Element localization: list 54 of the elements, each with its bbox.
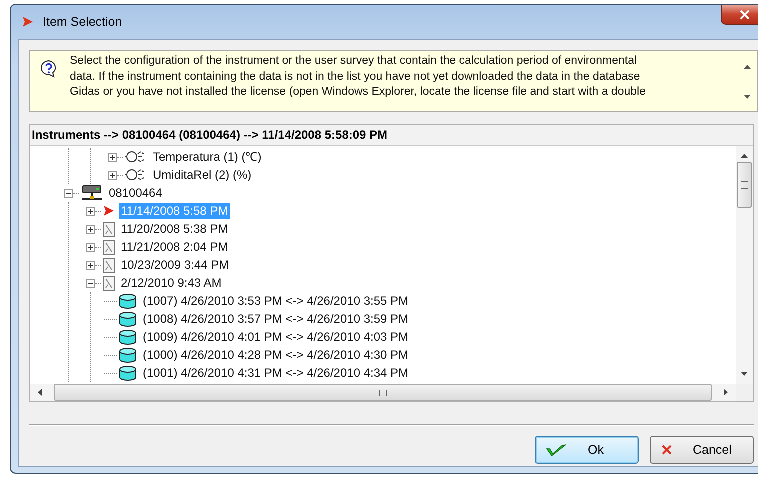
scroll-left-icon[interactable] bbox=[38, 389, 42, 396]
cancel-button[interactable]: Cancel bbox=[650, 436, 754, 464]
tree-item[interactable]: (1008) 4/26/2010 3:57 PM <-> 4/26/2010 3:59 PM bbox=[141, 311, 411, 327]
scrollbar-corner bbox=[736, 384, 753, 401]
collapse-icon[interactable] bbox=[64, 188, 73, 198]
database-icon bbox=[119, 366, 137, 380]
tree-item[interactable]: 10/23/2009 3:44 PM bbox=[119, 257, 232, 273]
checkmark-icon bbox=[546, 442, 568, 458]
sensor-icon bbox=[125, 150, 147, 164]
expand-icon[interactable] bbox=[108, 152, 117, 162]
tree-item[interactable]: (1000) 4/26/2010 4:28 PM <-> 4/26/2010 4:30 PM bbox=[141, 347, 411, 363]
tree-item[interactable]: 11/20/2008 5:38 PM bbox=[119, 221, 230, 237]
scroll-down-icon[interactable] bbox=[744, 95, 750, 99]
horizontal-scrollbar[interactable] bbox=[30, 384, 736, 401]
document-icon bbox=[103, 276, 115, 290]
expand-icon[interactable] bbox=[86, 242, 95, 252]
window-title: Item Selection bbox=[43, 15, 122, 29]
expand-icon[interactable] bbox=[108, 170, 117, 180]
message-text: data. If the instrument containing the data is not in the list you have not yet downloaded the data in the database bbox=[70, 70, 642, 84]
path-header: Instruments --> 08100464 (08100464) --> 11/14/2008 5:58:09 PM bbox=[30, 125, 753, 146]
expand-icon[interactable] bbox=[86, 224, 95, 234]
scroll-up-icon[interactable] bbox=[741, 154, 748, 158]
computer-icon bbox=[81, 185, 103, 201]
expand-icon[interactable] bbox=[86, 206, 95, 216]
tree-item[interactable]: 2/12/2010 9:43 AM bbox=[119, 275, 224, 291]
document-icon bbox=[103, 222, 115, 236]
tree-item[interactable]: Temperatura (1) (℃) bbox=[151, 149, 264, 165]
tree-item[interactable]: 11/21/2008 2:04 PM bbox=[119, 239, 230, 255]
app-icon bbox=[22, 16, 34, 28]
message-text: Gidas or you have not installed the license (open Windows Explorer, locate the license file and start with a double bbox=[70, 85, 647, 100]
tree-item[interactable]: (1009) 4/26/2010 4:01 PM <-> 4/26/2010 4:03 PM bbox=[141, 329, 411, 345]
expand-icon[interactable] bbox=[86, 260, 95, 270]
database-icon bbox=[119, 330, 137, 344]
tree-item[interactable]: 08100464 bbox=[107, 185, 164, 201]
document-icon bbox=[103, 240, 115, 254]
tree-item[interactable]: (1001) 4/26/2010 4:31 PM <-> 4/26/2010 4:34 PM bbox=[141, 365, 411, 381]
database-icon bbox=[119, 348, 137, 362]
scroll-down-icon[interactable] bbox=[741, 372, 748, 376]
tree-item[interactable]: UmiditaRel (2) (%) bbox=[151, 167, 254, 183]
database-icon bbox=[119, 294, 137, 308]
close-button[interactable]: × bbox=[721, 5, 758, 25]
help-icon bbox=[40, 60, 58, 78]
document-icon bbox=[103, 258, 115, 272]
message-text: Select the configuration of the instrument or the user survey that contain the calculation period of environmental bbox=[70, 54, 638, 69]
scroll-right-icon[interactable] bbox=[724, 389, 728, 396]
vertical-scrollbar[interactable] bbox=[736, 146, 753, 384]
database-icon bbox=[119, 312, 137, 326]
tree-item[interactable]: (1007) 4/26/2010 3:53 PM <-> 4/26/2010 3:55 PM bbox=[141, 293, 411, 309]
scroll-up-icon[interactable] bbox=[744, 65, 750, 69]
cross-icon bbox=[661, 444, 673, 456]
collapse-icon[interactable] bbox=[86, 278, 95, 288]
sensor-icon bbox=[125, 168, 147, 182]
play-icon bbox=[103, 205, 115, 217]
ok-button[interactable]: Ok bbox=[535, 436, 639, 464]
